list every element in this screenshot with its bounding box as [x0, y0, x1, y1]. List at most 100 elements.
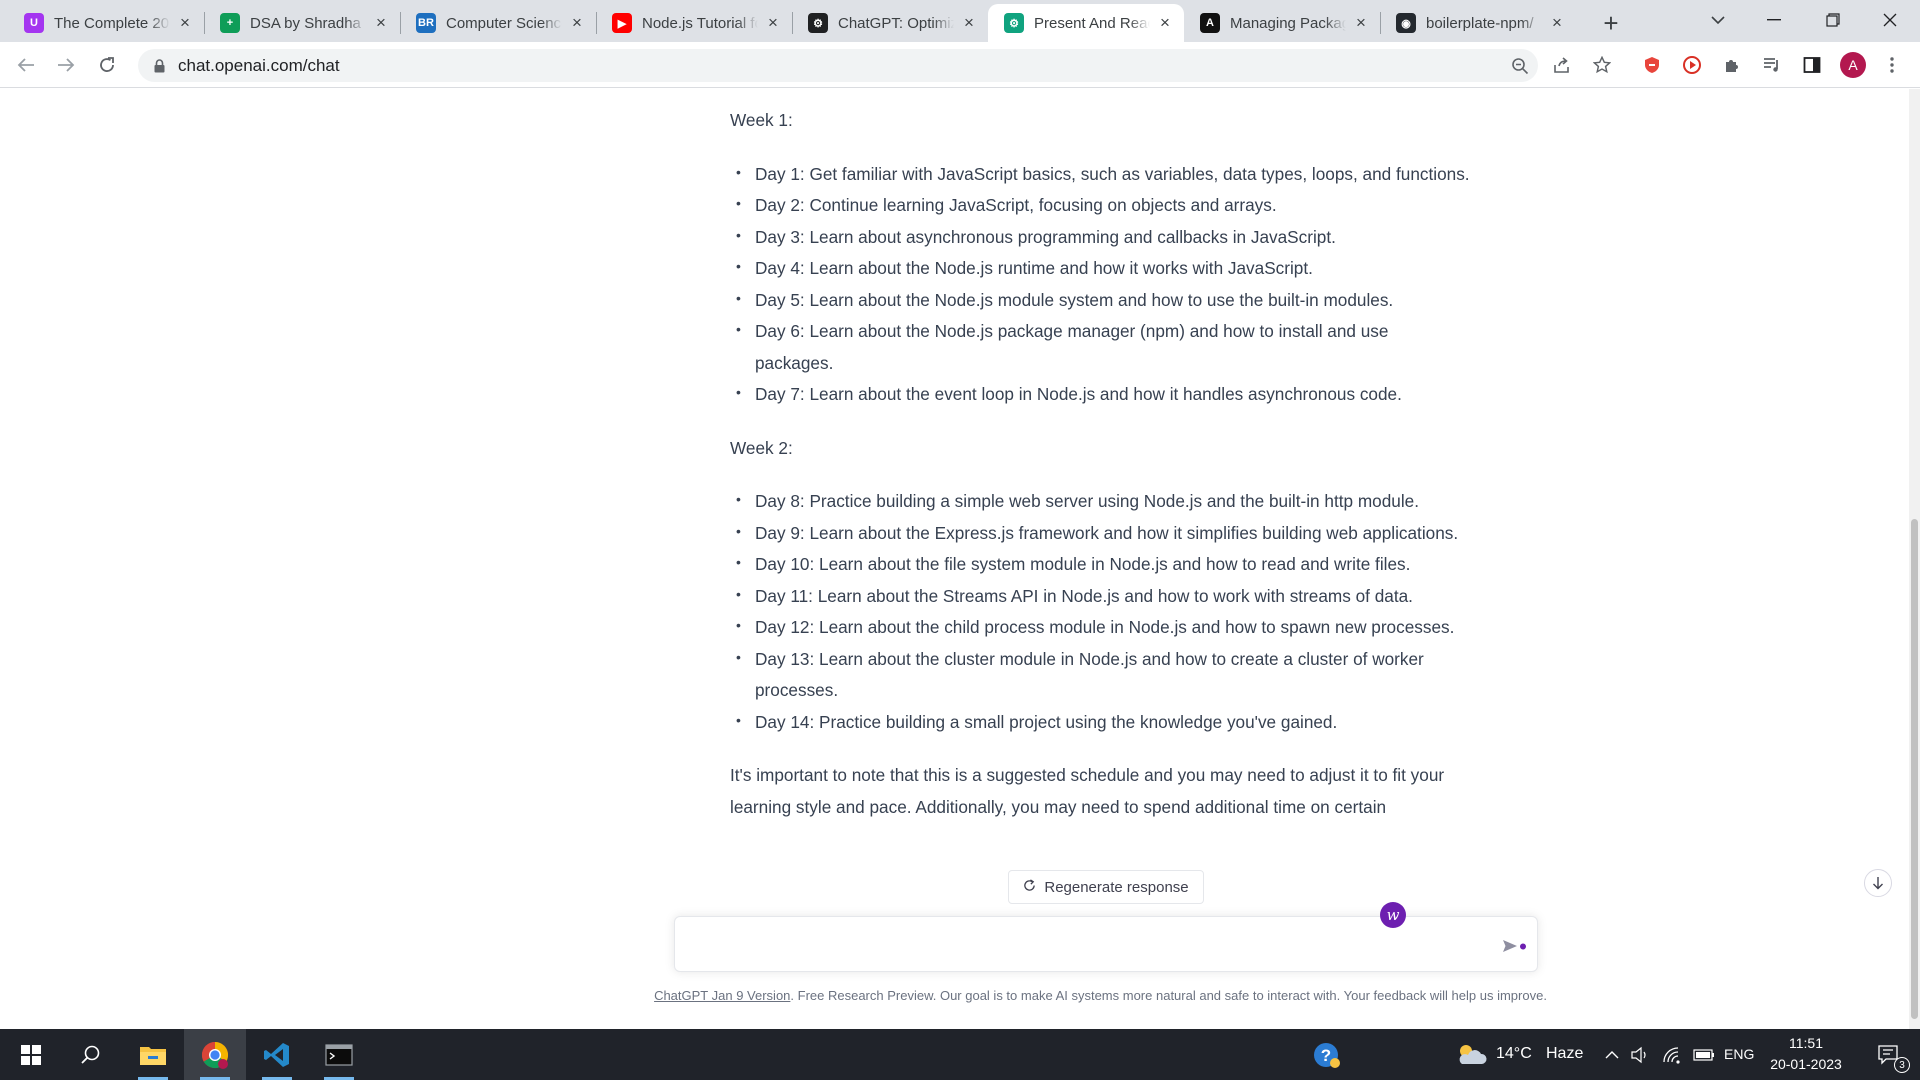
arrow-down-icon	[1873, 877, 1883, 890]
weather-temperature[interactable]: 14°C	[1496, 1045, 1532, 1063]
input-language[interactable]: ENG	[1724, 1046, 1754, 1062]
schedule-item: Day 14: Practice building a small projec…	[730, 705, 1470, 739]
bookmark-button[interactable]	[1586, 49, 1618, 81]
schedule-item: Day 12: Learn about the child process mo…	[730, 610, 1470, 644]
br-logo-icon: BR	[416, 13, 436, 33]
recorder-extension-button[interactable]	[1676, 49, 1708, 81]
volume-button[interactable]	[1626, 1029, 1654, 1080]
tab-close-icon[interactable]: ×	[764, 13, 782, 32]
tab-close-icon[interactable]: ×	[568, 13, 586, 32]
browser-menu-button[interactable]	[1876, 49, 1908, 81]
tab-title: Present And React	[1034, 14, 1150, 32]
tab-close-icon[interactable]: ×	[176, 13, 194, 32]
message-composer[interactable]	[674, 916, 1538, 972]
new-tab-button[interactable]: +	[1596, 8, 1626, 38]
weather-description[interactable]: Haze	[1546, 1045, 1583, 1063]
scroll-to-bottom-button[interactable]	[1864, 869, 1892, 897]
message-input[interactable]	[691, 931, 1491, 959]
reload-icon	[100, 57, 114, 72]
browser-tab[interactable]: U The Complete 2023 Web Development Bootc…	[8, 4, 204, 42]
tab-strip: U The Complete 2023 Web Development Bootc…	[0, 0, 1920, 42]
extensions-button[interactable]	[1716, 49, 1748, 81]
forward-button[interactable]	[50, 49, 82, 81]
start-button[interactable]	[0, 1029, 62, 1080]
wifi-icon	[1663, 1046, 1680, 1064]
notifications-button[interactable]: 3	[1866, 1029, 1912, 1080]
sheets-plus-icon: +	[220, 13, 240, 33]
back-button[interactable]	[10, 49, 42, 81]
regenerate-response-button[interactable]: Regenerate response	[1008, 870, 1204, 904]
disclaimer-text: . Free Research Preview. Our goal is to …	[790, 988, 1547, 1003]
browser-tab[interactable]: BR Computer Science ×	[400, 4, 596, 42]
browser-tab[interactable]: ⚙ ChatGPT: Optimizing Language Models ×	[792, 4, 988, 42]
weather-widget[interactable]	[1446, 1029, 1496, 1080]
restore-button[interactable]	[1805, 0, 1861, 40]
terminal-taskbar-button[interactable]	[308, 1029, 370, 1080]
kebab-menu-icon	[1890, 57, 1894, 73]
browser-tab[interactable]: A Managing Packages ×	[1184, 4, 1380, 42]
shield-icon	[1645, 57, 1659, 73]
show-hidden-icons-button[interactable]	[1598, 1029, 1626, 1080]
schedule-item: Day 13: Learn about the cluster module i…	[730, 642, 1470, 707]
schedule-item: Day 5: Learn about the Node.js module sy…	[730, 283, 1470, 317]
media-controls-button[interactable]	[1756, 49, 1788, 81]
tab-title: ChatGPT: Optimizing Language Models	[838, 14, 954, 32]
chrome-icon	[201, 1041, 229, 1069]
url-text[interactable]: chat.openai.com/chat	[178, 56, 340, 76]
close-icon	[1883, 13, 1897, 27]
browser-tab[interactable]: ⚙ Present And React ×	[988, 4, 1184, 42]
reload-button[interactable]	[91, 49, 123, 81]
tab-title: Node.js Tutorial for Beginners	[642, 14, 758, 32]
side-panel-button[interactable]	[1796, 49, 1828, 81]
network-button[interactable]	[1658, 1029, 1686, 1080]
share-button[interactable]	[1546, 49, 1578, 81]
writing-assistant-badge-icon[interactable]: w	[1380, 902, 1406, 928]
minimize-icon	[1767, 19, 1781, 21]
week-1-heading: Week 1:	[730, 110, 793, 130]
send-button[interactable]	[1502, 934, 1528, 958]
week-2-list: Day 8: Practice building a simple web se…	[730, 484, 1470, 739]
openai-icon: ⚙	[808, 13, 828, 33]
address-bar[interactable]: chat.openai.com/chat	[138, 49, 1538, 82]
scrollbar-thumb[interactable]	[1911, 519, 1918, 1019]
vscode-taskbar-button[interactable]	[246, 1029, 308, 1080]
page-scrollbar[interactable]	[1909, 89, 1920, 1029]
svg-text:?: ?	[1321, 1046, 1331, 1065]
system-clock[interactable]: 11:51 20-01-2023	[1760, 1033, 1852, 1075]
browser-tab[interactable]: ▶ Node.js Tutorial for Beginners ×	[596, 4, 792, 42]
file-explorer-button[interactable]	[122, 1029, 184, 1080]
restore-icon	[1826, 13, 1840, 27]
tab-close-icon[interactable]: ×	[1548, 13, 1566, 32]
udemy-icon: U	[24, 13, 44, 33]
zoom-icon[interactable]	[1503, 49, 1536, 82]
shield-extension-button[interactable]	[1636, 49, 1668, 81]
share-icon	[1554, 57, 1569, 73]
battery-button[interactable]	[1690, 1029, 1718, 1080]
help-tray-button[interactable]: ?	[1296, 1029, 1358, 1080]
folder-icon	[140, 1046, 166, 1065]
minimize-button[interactable]	[1746, 0, 1802, 40]
tab-close-icon[interactable]: ×	[1352, 13, 1370, 32]
taskbar-search-button[interactable]	[60, 1029, 122, 1080]
search-icon	[81, 1045, 100, 1064]
week-1-list: Day 1: Get familiar with JavaScript basi…	[730, 157, 1470, 411]
chrome-taskbar-button[interactable]	[184, 1029, 246, 1080]
lock-icon[interactable]	[152, 58, 166, 73]
clock-date: 20-01-2023	[1770, 1056, 1842, 1072]
version-link[interactable]: ChatGPT Jan 9 Version	[654, 988, 790, 1003]
browser-tab[interactable]: + DSA by Shradha Didi ×	[204, 4, 400, 42]
schedule-item: Day 10: Learn about the file system modu…	[730, 547, 1470, 581]
profile-avatar[interactable]: A	[1840, 52, 1866, 78]
schedule-item: Day 3: Learn about asynchronous programm…	[730, 220, 1470, 254]
speaker-icon	[1631, 1046, 1646, 1063]
tab-close-icon[interactable]: ×	[1156, 13, 1174, 32]
tab-close-icon[interactable]: ×	[372, 13, 390, 32]
tab-search-button[interactable]	[1690, 0, 1746, 40]
schedule-item: Day 2: Continue learning JavaScript, foc…	[730, 188, 1470, 222]
close-window-button[interactable]	[1862, 0, 1918, 40]
queue-music-icon	[1764, 58, 1778, 72]
record-play-icon	[1683, 56, 1701, 74]
browser-tab[interactable]: ◉ boilerplate-npm/ ×	[1380, 4, 1576, 42]
tab-title: boilerplate-npm/	[1426, 14, 1534, 32]
tab-close-icon[interactable]: ×	[960, 13, 978, 32]
